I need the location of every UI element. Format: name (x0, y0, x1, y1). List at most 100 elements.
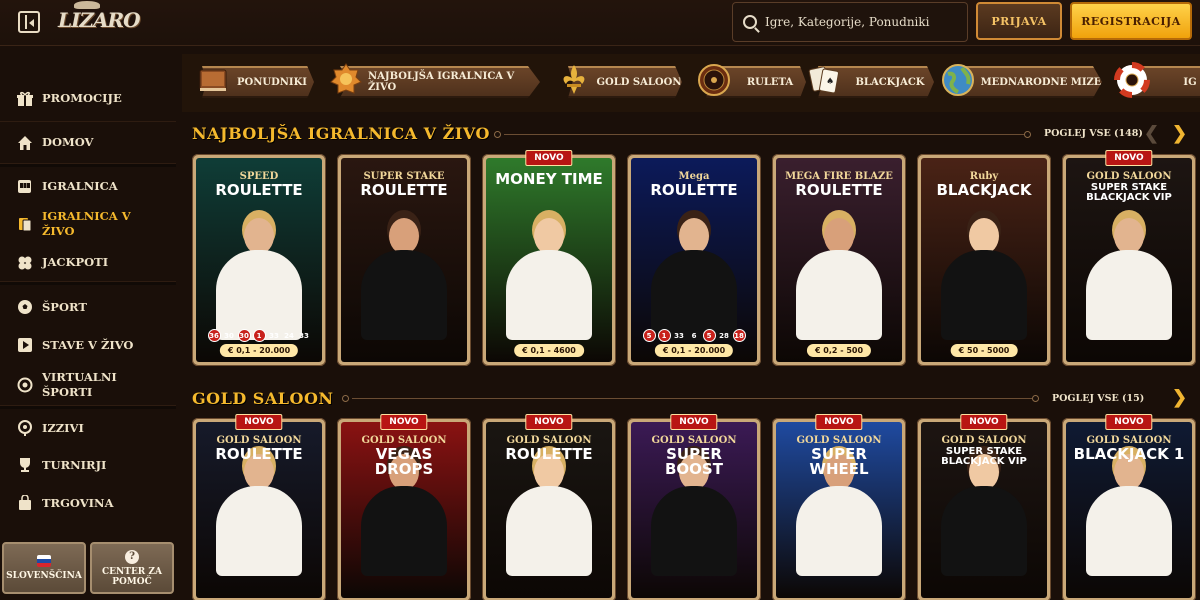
game-card-title-block: SUPER STAKE ROULETTE (341, 171, 467, 198)
sidebar-item-live-casino[interactable]: IGRALNICA V ŽIVO (0, 204, 176, 244)
category-label: IG (1183, 76, 1197, 88)
game-card[interactable]: GOLD SALOON VEGAS DROPS NOVO (337, 414, 471, 600)
book-icon (194, 60, 234, 100)
bet-limit-badge: € 0,1 - 4600 (514, 344, 584, 357)
game-card-title-block: MEGA FIRE BLAZE ROULETTE (776, 171, 902, 198)
sidebar-item-label: DOMOV (42, 135, 94, 149)
login-button[interactable]: PRIJAVA (976, 2, 1062, 40)
sidebar-item-label: JACKPOTI (42, 255, 109, 269)
game-card-title: BLACKJACK 1 (1073, 444, 1185, 463)
sidebar-item-shop[interactable]: TRGOVINA (0, 484, 176, 522)
roulette-number: 30 (237, 329, 251, 342)
bet-limit-badge: € 0,1 - 20.000 (654, 344, 734, 357)
game-card-title-block: MONEY TIME (486, 171, 612, 188)
game-card-thumbnail: Mega ROULETTE 5 1 33 6 5 28 18 € 0,1 - 20.000 (631, 158, 757, 362)
carousel-next-arrow[interactable]: ❯ (1172, 124, 1187, 144)
game-card-thumbnail: Ruby BLACKJACK € 50 - 5000 (921, 158, 1047, 362)
sidebar-collapse-icon[interactable] (18, 11, 40, 33)
view-all-link[interactable]: POGLEJ VSE (148) (1044, 128, 1143, 139)
sidebar-divider (0, 282, 176, 285)
sidebar-item-tournaments[interactable]: TURNIRJI (0, 446, 176, 484)
category-label: PONUDNIKI (237, 76, 307, 88)
svg-text:♠: ♠ (826, 77, 834, 87)
dealer-figure (506, 454, 592, 576)
sidebar-item-jackpots[interactable]: JACKPOTI (0, 244, 176, 282)
game-card[interactable]: Mega ROULETTE 5 1 33 6 5 28 18 € 0,1 - 20.000 (627, 154, 761, 366)
game-card-title-block: GOLD SALOON SUPER STAKE BLACKJACK VIP (921, 435, 1047, 468)
roulette-number: 1 (252, 329, 266, 342)
register-button[interactable]: REGISTRACIJA (1070, 2, 1192, 40)
sidebar-item-label: ŠPORT (42, 299, 87, 314)
game-card[interactable]: GOLD SALOON ROULETTE NOVO (482, 414, 616, 600)
carousel-prev-arrow[interactable]: ❮ (1144, 124, 1159, 144)
game-card-thumbnail: GOLD SALOON BLACKJACK 1 (1066, 422, 1192, 598)
roulette-number: 30 (224, 331, 234, 340)
dealer-figure (1086, 454, 1172, 576)
sidebar-item-live-bets[interactable]: STAVE V ŽIVO (0, 326, 176, 364)
game-card-title: BLACKJACK (936, 180, 1032, 199)
live-cards-icon (16, 216, 34, 232)
category-label: NAJBOLJŠA IGRALNICA V ŽIVO (368, 71, 515, 93)
sidebar-item-label: STAVE V ŽIVO (42, 337, 134, 352)
roulette-number: 6 (691, 331, 697, 340)
section-divider-dot (494, 131, 501, 138)
fleur-de-lis-icon (554, 60, 594, 100)
game-card-title-block: SPEED ROULETTE (196, 171, 322, 199)
globe-icon (938, 60, 978, 100)
game-card[interactable]: SPEED ROULETTE 36 30 30 1 33 24 33 € 0,1 - 20.000 (192, 154, 326, 366)
top-header: LIZARO PRIJAVA REGISTRACIJA (0, 0, 1200, 46)
game-card-title-block: Mega ROULETTE (631, 171, 757, 198)
bet-limit-badge: € 0,2 - 500 (806, 344, 872, 357)
game-card-title: SUPER STAKE BLACKJACK VIP (1086, 181, 1172, 203)
section-title-best-live: NAJBOLJŠA IGRALNICA V ŽIVO (192, 124, 490, 143)
game-card[interactable]: GOLD SALOON SUPER BOOST NOVO (627, 414, 761, 600)
category-label: GOLD SALOON (596, 76, 682, 88)
sidebar-item-virtual-sports[interactable]: VIRTUALNI ŠPORTI (0, 364, 176, 406)
dealer-figure (941, 454, 1027, 576)
search-input[interactable] (765, 15, 955, 29)
game-card-title: ROULETTE (215, 180, 303, 199)
badge-icon (326, 60, 366, 100)
new-badge: NOVO (525, 414, 573, 430)
help-center-button[interactable]: ? CENTER ZA POMOČ (90, 542, 174, 594)
game-card-thumbnail: GOLD SALOON ROULETTE (486, 422, 612, 598)
category-label: RULETA (746, 76, 794, 88)
game-card[interactable]: MONEY TIME € 0,1 - 4600 NOVO (482, 150, 616, 366)
game-card[interactable]: SUPER STAKE ROULETTE (337, 154, 471, 366)
new-badge: NOVO (815, 414, 863, 430)
playing-cards-icon: ♠ (804, 60, 844, 100)
game-card[interactable]: GOLD SALOON SUPER STAKE BLACKJACK VIP NOVO (917, 414, 1051, 600)
category-label: BLACKJACK (855, 76, 925, 88)
sidebar-item-sport[interactable]: ŠPORT (0, 288, 176, 326)
dealer-figure (1086, 218, 1172, 340)
language-selector-button[interactable]: SLOVENŠČINA (2, 542, 86, 594)
virtual-sport-icon (16, 377, 34, 393)
category-best-live-casino[interactable]: NAJBOLJŠA IGRALNICA V ŽIVO (340, 66, 540, 98)
section-divider-dot (1024, 131, 1031, 138)
game-card-title: ROULETTE (505, 444, 593, 463)
search-box[interactable] (732, 2, 968, 42)
target-icon (16, 420, 34, 436)
new-badge: NOVO (1105, 414, 1153, 430)
sidebar-divider (0, 164, 176, 167)
sidebar-item-label: TURNIRJI (42, 457, 107, 472)
game-card[interactable]: GOLD SALOON ROULETTE NOVO (192, 414, 326, 600)
view-all-link[interactable]: POGLEJ VSE (15) (1052, 393, 1144, 404)
dealer-figure (796, 218, 882, 340)
game-card[interactable]: GOLD SALOON SUPER STAKE BLACKJACK VIP NOVO (1062, 150, 1196, 366)
dealer-figure (506, 218, 592, 340)
sidebar-item-label: IZZIVI (42, 420, 84, 435)
carousel-next-arrow[interactable]: ❯ (1172, 388, 1187, 408)
game-card[interactable]: MEGA FIRE BLAZE ROULETTE € 0,2 - 500 (772, 154, 906, 366)
bet-limit-badge: € 0,1 - 20.000 (219, 344, 299, 357)
sidebar-item-promotions[interactable]: PROMOCIJE (0, 76, 176, 122)
sidebar-item-casino[interactable]: IGRALNICA (0, 168, 176, 204)
game-card[interactable]: GOLD SALOON SUPER WHEEL NOVO (772, 414, 906, 600)
game-card[interactable]: Ruby BLACKJACK € 50 - 5000 (917, 154, 1051, 366)
game-card[interactable]: GOLD SALOON BLACKJACK 1 NOVO (1062, 414, 1196, 600)
game-card-thumbnail: SPEED ROULETTE 36 30 30 1 33 24 33 € 0,1 - 20.000 (196, 158, 322, 362)
trophy-icon (16, 457, 34, 473)
site-logo[interactable]: LIZARO (58, 8, 141, 32)
sidebar-item-home[interactable]: DOMOV (0, 122, 176, 164)
sidebar-item-challenges[interactable]: IZZIVI (0, 410, 176, 446)
